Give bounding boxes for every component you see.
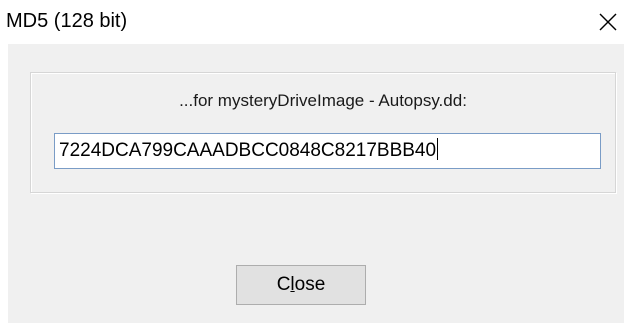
md5-dialog-window: MD5 (128 bit) ...for mysteryDriveImage -… <box>0 0 632 323</box>
hash-value-text: 7224DCA799CAAADBCC0848C8217BBB40 <box>59 140 437 161</box>
title-bar[interactable]: MD5 (128 bit) <box>0 0 632 44</box>
file-caption: ...for mysteryDriveImage - Autopsy.dd: <box>179 91 467 110</box>
close-button-label-pre: C <box>276 274 291 295</box>
hash-value-field[interactable]: 7224DCA799CAAADBCC0848C8217BBB40 <box>54 133 601 169</box>
close-icon <box>599 13 617 31</box>
close-button[interactable]: Cl ose <box>236 265 366 305</box>
text-caret <box>437 137 439 160</box>
dialog-client-area: ...for mysteryDriveImage - Autopsy.dd: 7… <box>8 44 624 323</box>
hash-group-box: ...for mysteryDriveImage - Autopsy.dd: 7… <box>30 72 616 193</box>
title-close-button[interactable] <box>586 2 630 42</box>
window-title: MD5 (128 bit) <box>6 10 128 32</box>
close-button-label-post: ose <box>294 274 326 295</box>
